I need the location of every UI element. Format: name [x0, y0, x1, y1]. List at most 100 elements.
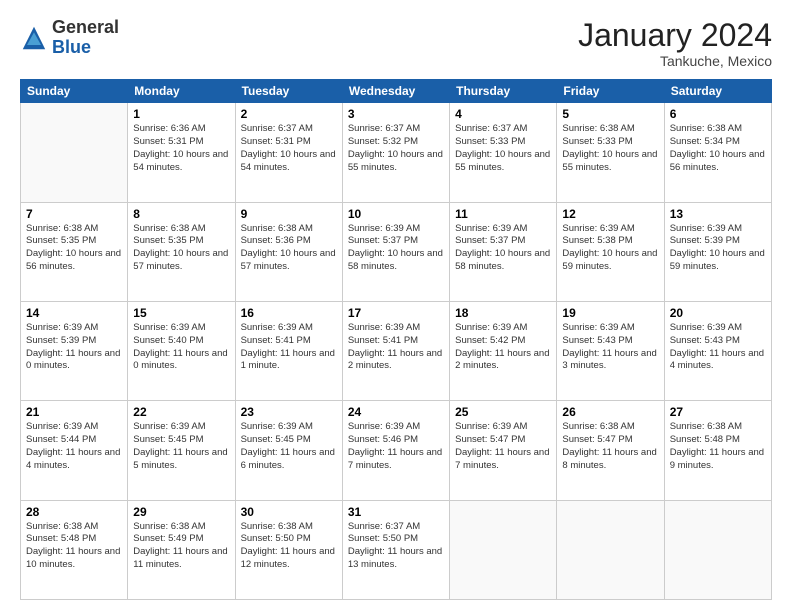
day-number: 8 [133, 207, 229, 221]
day-number: 2 [241, 107, 337, 121]
day-number: 25 [455, 405, 551, 419]
calendar-cell: 1 Sunrise: 6:36 AM Sunset: 5:31 PM Daylig… [128, 103, 235, 202]
day-number: 9 [241, 207, 337, 221]
calendar-cell: 29Sunrise: 6:38 AM Sunset: 5:49 PM Dayli… [128, 500, 235, 599]
day-number: 1 [133, 107, 229, 121]
day-number: 7 [26, 207, 122, 221]
day-number: 28 [26, 505, 122, 519]
day-info: Sunrise: 6:39 AM Sunset: 5:43 PM Dayligh… [670, 322, 766, 373]
day-number: 22 [133, 405, 229, 419]
day-number: 5 [562, 107, 658, 121]
day-info: Sunrise: 6:39 AM Sunset: 5:39 PM Dayligh… [670, 223, 766, 274]
day-info: Sunrise: 6:38 AM Sunset: 5:47 PM Dayligh… [562, 421, 658, 472]
day-info: Sunrise: 6:39 AM Sunset: 5:44 PM Dayligh… [26, 421, 122, 472]
calendar-table: SundayMondayTuesdayWednesdayThursdayFrid… [20, 79, 772, 600]
calendar-cell: 24 Sunrise: 6:39 AM Sunset: 5:46 PM Dayli… [342, 401, 449, 500]
day-info: Sunrise: 6:38 AM Sunset: 5:50 PM Dayligh… [241, 521, 337, 572]
calendar-cell: 25 Sunrise: 6:39 AM Sunset: 5:47 PM Dayli… [450, 401, 557, 500]
logo-text: General Blue [52, 18, 119, 58]
location-subtitle: Tankuche, Mexico [578, 53, 772, 69]
day-number: 14 [26, 306, 122, 320]
calendar-cell: 18 Sunrise: 6:39 AM Sunset: 5:42 PM Dayli… [450, 301, 557, 400]
day-number: 4 [455, 107, 551, 121]
col-header-wednesday: Wednesday [342, 80, 449, 103]
day-info: Sunrise: 6:39 AM Sunset: 5:47 PM Dayligh… [455, 421, 551, 472]
day-info: Sunrise: 6:39 AM Sunset: 5:45 PM Dayligh… [133, 421, 229, 472]
day-info: Sunrise: 6:39 AM Sunset: 5:45 PM Dayligh… [241, 421, 337, 472]
day-info: Sunrise: 6:38 AM Sunset: 5:49 PM Dayligh… [133, 521, 229, 572]
calendar-cell [664, 500, 771, 599]
day-number: 6 [670, 107, 766, 121]
calendar-cell: 30 Sunrise: 6:38 AM Sunset: 5:50 PM Dayli… [235, 500, 342, 599]
day-info: Sunrise: 6:37 AM Sunset: 5:31 PM Dayligh… [241, 123, 337, 174]
day-info: Sunrise: 6:39 AM Sunset: 5:39 PM Dayligh… [26, 322, 122, 373]
day-number: 21 [26, 405, 122, 419]
calendar-cell: 22 Sunrise: 6:39 AM Sunset: 5:45 PM Dayli… [128, 401, 235, 500]
logo-blue: Blue [52, 37, 91, 57]
calendar-cell [450, 500, 557, 599]
calendar-cell: 11 Sunrise: 6:39 AM Sunset: 5:37 PM Dayli… [450, 202, 557, 301]
col-header-sunday: Sunday [21, 80, 128, 103]
day-number: 26 [562, 405, 658, 419]
calendar-cell [557, 500, 664, 599]
calendar-cell: 5 Sunrise: 6:38 AM Sunset: 5:33 PM Daylig… [557, 103, 664, 202]
col-header-tuesday: Tuesday [235, 80, 342, 103]
calendar-cell: 28 Sunrise: 6:38 AM Sunset: 5:48 PM Dayli… [21, 500, 128, 599]
day-info: Sunrise: 6:39 AM Sunset: 5:41 PM Dayligh… [241, 322, 337, 373]
col-header-friday: Friday [557, 80, 664, 103]
calendar-cell: 16 Sunrise: 6:39 AM Sunset: 5:41 PM Dayli… [235, 301, 342, 400]
day-number: 18 [455, 306, 551, 320]
calendar-cell: 7Sunrise: 6:38 AM Sunset: 5:35 PM Daylig… [21, 202, 128, 301]
day-info: Sunrise: 6:38 AM Sunset: 5:33 PM Dayligh… [562, 123, 658, 174]
logo: General Blue [20, 18, 119, 58]
day-info: Sunrise: 6:37 AM Sunset: 5:32 PM Dayligh… [348, 123, 444, 174]
day-number: 12 [562, 207, 658, 221]
day-number: 3 [348, 107, 444, 121]
col-header-monday: Monday [128, 80, 235, 103]
logo-icon [20, 24, 48, 52]
day-info: Sunrise: 6:39 AM Sunset: 5:46 PM Dayligh… [348, 421, 444, 472]
day-info: Sunrise: 6:38 AM Sunset: 5:34 PM Dayligh… [670, 123, 766, 174]
day-info: Sunrise: 6:38 AM Sunset: 5:36 PM Dayligh… [241, 223, 337, 274]
day-number: 11 [455, 207, 551, 221]
day-number: 19 [562, 306, 658, 320]
day-info: Sunrise: 6:37 AM Sunset: 5:50 PM Dayligh… [348, 521, 444, 572]
calendar-cell: 3 Sunrise: 6:37 AM Sunset: 5:32 PM Daylig… [342, 103, 449, 202]
calendar-cell: 8 Sunrise: 6:38 AM Sunset: 5:35 PM Daylig… [128, 202, 235, 301]
calendar-cell: 13Sunrise: 6:39 AM Sunset: 5:39 PM Dayli… [664, 202, 771, 301]
calendar-cell: 19 Sunrise: 6:39 AM Sunset: 5:43 PM Dayli… [557, 301, 664, 400]
day-number: 20 [670, 306, 766, 320]
day-number: 16 [241, 306, 337, 320]
day-info: Sunrise: 6:38 AM Sunset: 5:35 PM Dayligh… [133, 223, 229, 274]
calendar-cell: 20 Sunrise: 6:39 AM Sunset: 5:43 PM Dayli… [664, 301, 771, 400]
day-info: Sunrise: 6:38 AM Sunset: 5:48 PM Dayligh… [26, 521, 122, 572]
calendar-cell: 31 Sunrise: 6:37 AM Sunset: 5:50 PM Dayli… [342, 500, 449, 599]
day-info: Sunrise: 6:39 AM Sunset: 5:37 PM Dayligh… [348, 223, 444, 274]
calendar-cell: 27 Sunrise: 6:38 AM Sunset: 5:48 PM Dayli… [664, 401, 771, 500]
day-number: 31 [348, 505, 444, 519]
day-info: Sunrise: 6:38 AM Sunset: 5:48 PM Dayligh… [670, 421, 766, 472]
calendar-cell: 15Sunrise: 6:39 AM Sunset: 5:40 PM Dayli… [128, 301, 235, 400]
day-number: 23 [241, 405, 337, 419]
day-number: 24 [348, 405, 444, 419]
day-info: Sunrise: 6:39 AM Sunset: 5:38 PM Dayligh… [562, 223, 658, 274]
calendar-cell: 12 Sunrise: 6:39 AM Sunset: 5:38 PM Dayli… [557, 202, 664, 301]
calendar-cell: 10Sunrise: 6:39 AM Sunset: 5:37 PM Dayli… [342, 202, 449, 301]
col-header-thursday: Thursday [450, 80, 557, 103]
col-header-saturday: Saturday [664, 80, 771, 103]
month-title: January 2024 [578, 18, 772, 53]
day-number: 27 [670, 405, 766, 419]
day-info: Sunrise: 6:39 AM Sunset: 5:42 PM Dayligh… [455, 322, 551, 373]
day-number: 30 [241, 505, 337, 519]
day-info: Sunrise: 6:39 AM Sunset: 5:37 PM Dayligh… [455, 223, 551, 274]
calendar-cell: 26 Sunrise: 6:38 AM Sunset: 5:47 PM Dayli… [557, 401, 664, 500]
day-info: Sunrise: 6:39 AM Sunset: 5:43 PM Dayligh… [562, 322, 658, 373]
day-info: Sunrise: 6:36 AM Sunset: 5:31 PM Dayligh… [133, 123, 229, 174]
calendar-cell: 21 Sunrise: 6:39 AM Sunset: 5:44 PM Dayli… [21, 401, 128, 500]
calendar-cell [21, 103, 128, 202]
calendar-cell: 17Sunrise: 6:39 AM Sunset: 5:41 PM Dayli… [342, 301, 449, 400]
day-info: Sunrise: 6:37 AM Sunset: 5:33 PM Dayligh… [455, 123, 551, 174]
day-number: 17 [348, 306, 444, 320]
calendar-cell: 2 Sunrise: 6:37 AM Sunset: 5:31 PM Daylig… [235, 103, 342, 202]
logo-general: General [52, 17, 119, 37]
